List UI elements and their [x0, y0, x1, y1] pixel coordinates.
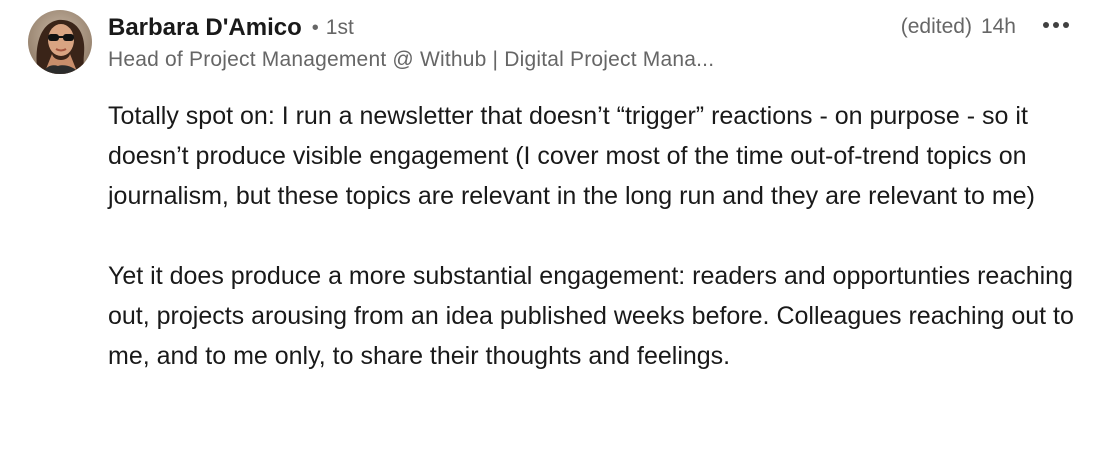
comment-paragraph: Totally spot on: I run a newsletter that… — [108, 102, 1035, 210]
more-options-button[interactable] — [1034, 10, 1078, 40]
avatar-image — [28, 10, 92, 74]
more-horizontal-icon — [1043, 22, 1069, 28]
comment-paragraph: Yet it does produce a more substantial e… — [108, 262, 1074, 370]
comment-meta: (edited) 14h — [901, 14, 1016, 40]
author-name[interactable]: Barbara D'Amico — [108, 14, 302, 42]
separator-dot: • — [311, 16, 319, 39]
timestamp: 14h — [980, 15, 1016, 38]
avatar[interactable] — [28, 10, 92, 74]
comment-card: Barbara D'Amico • 1st Head of Project Ma… — [0, 0, 1102, 460]
edited-label: (edited) — [900, 15, 972, 38]
connection-degree: 1st — [325, 16, 354, 39]
author-row: Barbara D'Amico • 1st — [108, 10, 354, 46]
comment-body: Totally spot on: I run a newsletter that… — [108, 96, 1083, 376]
author-headline[interactable]: Head of Project Management @ Withub | Di… — [108, 48, 828, 72]
